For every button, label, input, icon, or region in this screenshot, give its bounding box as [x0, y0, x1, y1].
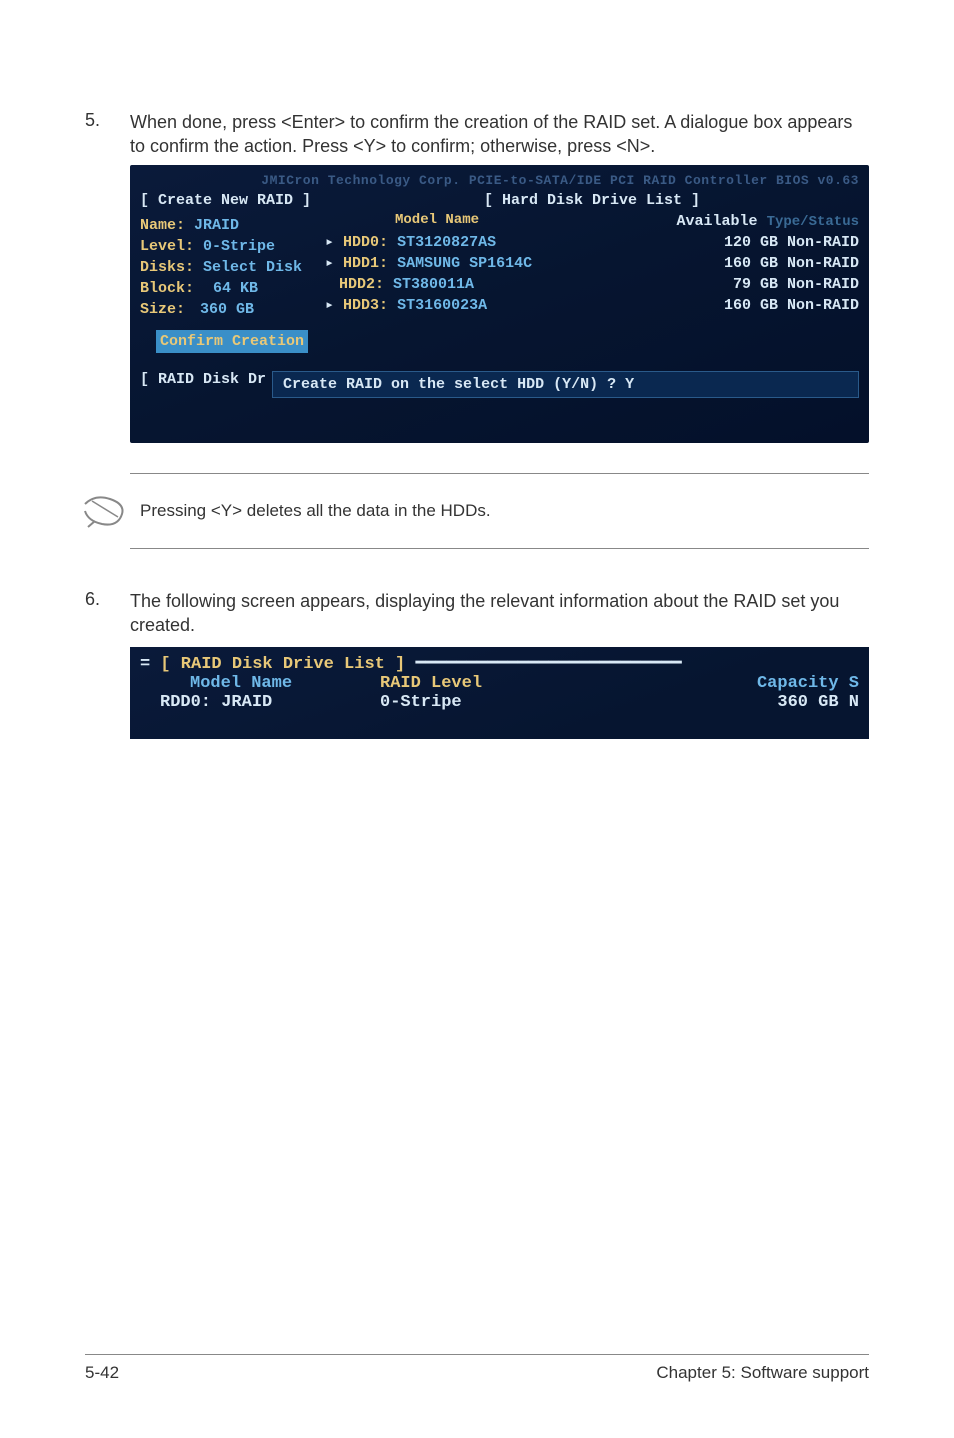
page-footer: 5-42 Chapter 5: Software support: [85, 1354, 869, 1383]
drive-list-header: Model Name Available Type/Status: [325, 211, 859, 233]
step5-text: When done, press <Enter> to confirm the …: [130, 110, 869, 159]
step5-number: 5.: [85, 110, 130, 159]
chapter-label: Chapter 5: Software support: [656, 1363, 869, 1383]
raid-level-row: Level: 0-Stripe: [140, 236, 325, 257]
step6-number: 6.: [85, 589, 130, 638]
raid-block-row: Block: 64 KB: [140, 278, 325, 299]
create-raid-confirm-prompt[interactable]: Create RAID on the select HDD (Y/N) ? Y: [272, 371, 859, 398]
raid-disk-dr-label: [ RAID Disk Dr: [140, 371, 266, 398]
note-icon: [80, 489, 130, 534]
bios-screenshot-raid-list: = [ RAID Disk Drive List ] ━━━━━━━━━━━━━…: [130, 647, 869, 739]
raid-list-title: = [ RAID Disk Drive List ] ━━━━━━━━━━━━━…: [140, 653, 859, 674]
drive-list-title: [ Hard Disk Drive List ]: [325, 190, 859, 211]
page-number: 5-42: [85, 1363, 119, 1383]
raid-list-row-0[interactable]: RDD0: JRAID 0-Stripe 360 GB N: [140, 693, 859, 712]
drive-row-1[interactable]: ▸ HDD1: SAMSUNG SP1614C 160 GB Non-RAID: [325, 253, 859, 274]
bios-header-faint: JMICron Technology Corp. PCIE-to-SATA/ID…: [140, 173, 859, 188]
drive-row-3[interactable]: ▸ HDD3: ST3160023A 160 GB Non-RAID: [325, 295, 859, 316]
step6-text: The following screen appears, displaying…: [130, 589, 869, 638]
create-raid-title: [ Create New RAID ]: [140, 190, 325, 211]
confirm-creation-button[interactable]: Confirm Creation: [156, 330, 308, 353]
raid-name-row: Name: JRAID: [140, 215, 325, 236]
raid-disks-row: Disks: Select Disk: [140, 257, 325, 278]
drive-row-0[interactable]: ▸ HDD0: ST3120827AS 120 GB Non-RAID: [325, 232, 859, 253]
note-text: Pressing <Y> deletes all the data in the…: [130, 501, 491, 521]
note-box: Pressing <Y> deletes all the data in the…: [130, 473, 869, 549]
drive-row-2[interactable]: HDD2: ST380011A 79 GB Non-RAID: [325, 274, 859, 295]
raid-size-row: Size: 360 GB: [140, 299, 325, 320]
raid-list-header: Model Name RAID Level Capacity S: [140, 674, 859, 693]
bios-screenshot-create-raid: JMICron Technology Corp. PCIE-to-SATA/ID…: [130, 165, 869, 443]
